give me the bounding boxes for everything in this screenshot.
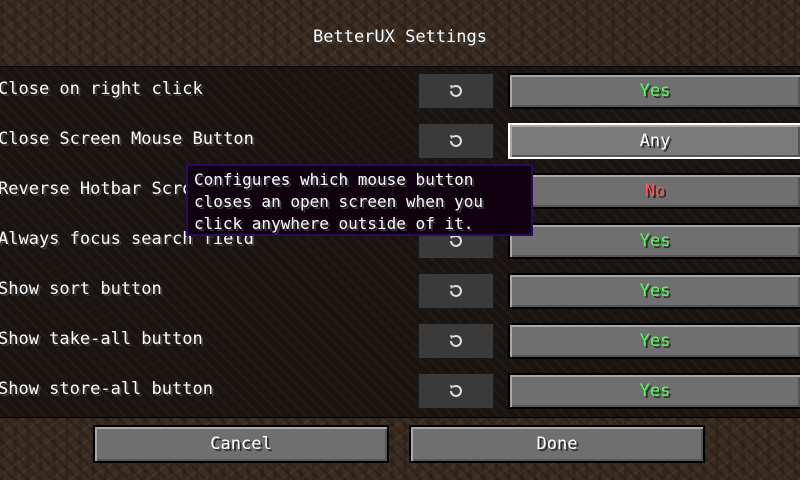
setting-row-show-sort-button: Show sort button Yes [0, 267, 800, 309]
reset-button[interactable] [418, 323, 494, 359]
reset-button[interactable] [418, 373, 494, 409]
value-toggle-button[interactable]: Yes [508, 273, 800, 309]
screen-title: BetterUX Settings [313, 27, 487, 47]
setting-tooltip: Configures which mouse button closes an … [186, 164, 533, 236]
reset-icon [450, 285, 462, 297]
reset-icon [450, 385, 462, 397]
setting-row-show-take-all-button: Show take-all button Yes [0, 317, 800, 359]
reset-icon [450, 85, 462, 97]
settings-list[interactable]: Close on right click Yes Close Screen Mo… [0, 66, 800, 418]
value-toggle-button[interactable]: Yes [508, 223, 800, 259]
value-toggle-button[interactable]: Yes [508, 323, 800, 359]
setting-label: Show store-all button [0, 379, 213, 399]
setting-row-close-screen-mouse-button: Close Screen Mouse Button Any [0, 117, 800, 159]
value-toggle-button[interactable]: No [508, 173, 800, 209]
value-toggle-button[interactable]: Yes [508, 73, 800, 109]
setting-row-show-store-all-button: Show store-all button Yes [0, 367, 800, 409]
reset-icon [450, 335, 462, 347]
setting-row-close-on-right-click: Close on right click Yes [0, 67, 800, 109]
setting-label: Reverse Hotbar Scroll [0, 179, 213, 199]
reset-icon [450, 135, 462, 147]
reset-button[interactable] [418, 273, 494, 309]
reset-button[interactable] [418, 123, 494, 159]
cancel-button[interactable]: Cancel [93, 425, 389, 463]
tooltip-line: Configures which mouse button [194, 170, 474, 189]
value-toggle-button[interactable]: Yes [508, 373, 800, 409]
setting-label: Close on right click [0, 79, 203, 99]
reset-button[interactable] [418, 73, 494, 109]
setting-label: Show take-all button [0, 329, 203, 349]
value-toggle-button[interactable]: Any [508, 123, 800, 159]
setting-label: Show sort button [0, 279, 162, 299]
done-button[interactable]: Done [409, 425, 705, 463]
tooltip-line: closes an open screen when you [194, 192, 483, 211]
tooltip-line: click anywhere outside of it. [194, 214, 474, 233]
setting-label: Close Screen Mouse Button [0, 129, 254, 149]
